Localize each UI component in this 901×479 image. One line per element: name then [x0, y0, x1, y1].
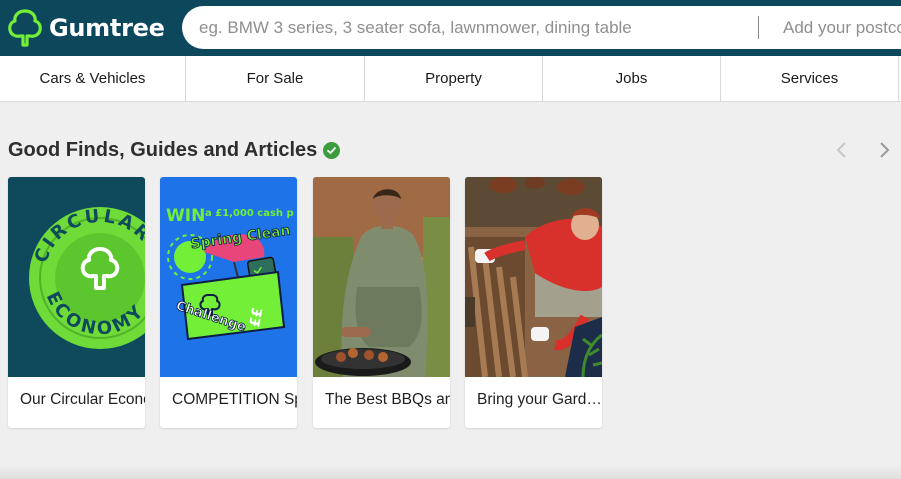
section-title: Good Finds, Guides and Articles [8, 138, 318, 161]
card-title: Our Circular Economy [20, 391, 145, 408]
carousel-next-button[interactable] [875, 138, 895, 162]
verified-check-icon [323, 141, 341, 159]
nav-item-for-sale[interactable]: For Sale [186, 56, 365, 101]
card-image [465, 177, 602, 377]
postcode-input[interactable] [783, 6, 901, 49]
spring-clean-challenge-image: WIN a £1,000 cash p Spring Clean Challen… [160, 177, 297, 377]
header: Gumtree [0, 0, 901, 56]
carousel-prev-button[interactable] [831, 138, 851, 162]
image-text-win: WIN [166, 206, 205, 226]
card-image: CIRCULAR ECONOMY [8, 177, 145, 377]
chevron-right-icon [880, 142, 890, 158]
logo-text: Gumtree [49, 14, 165, 42]
gumtree-tree-icon [8, 9, 42, 47]
garden-bench-photo [465, 177, 602, 377]
card-title: The Best BBQs and Grills [325, 391, 450, 408]
card-image [313, 177, 450, 377]
image-text-money: ££ [247, 307, 266, 329]
bbq-man-photo [313, 177, 450, 377]
article-card-competition[interactable]: WIN a £1,000 cash p Spring Clean Challen… [160, 177, 297, 428]
search-bar [182, 6, 901, 49]
article-card-circular-economy[interactable]: CIRCULAR ECONOMY Our Circular Economy [8, 177, 145, 428]
bottom-shadow [0, 466, 901, 479]
search-divider [758, 16, 759, 39]
nav-item-property[interactable]: Property [365, 56, 543, 101]
article-card-garden[interactable]: Bring your Garden to Life [465, 177, 602, 428]
chevron-left-icon [836, 142, 846, 158]
card-title: Bring your Garden to Life [477, 391, 602, 408]
section-header: Good Finds, Guides and Articles [8, 137, 341, 163]
nav-item-services[interactable]: Services [721, 56, 899, 101]
gumtree-logo[interactable]: Gumtree [8, 7, 174, 49]
article-card-best-bbqs[interactable]: The Best BBQs and Grills [313, 177, 450, 428]
card-image: WIN a £1,000 cash p Spring Clean Challen… [160, 177, 297, 377]
nav-item-cars-vehicles[interactable]: Cars & Vehicles [0, 56, 186, 101]
search-input[interactable] [199, 6, 739, 49]
circular-economy-image: CIRCULAR ECONOMY [8, 177, 145, 377]
card-title: COMPETITION Spring Clean Challenge [172, 391, 297, 408]
image-text-banner: a £1,000 cash p [205, 208, 294, 219]
category-nav: Cars & Vehicles For Sale Property Jobs S… [0, 56, 901, 102]
nav-item-jobs[interactable]: Jobs [543, 56, 721, 101]
